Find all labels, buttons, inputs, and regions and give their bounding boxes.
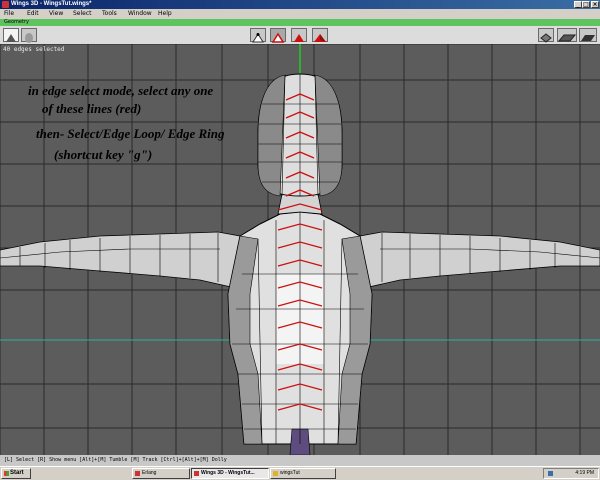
edge-mode-button[interactable]: [270, 28, 286, 43]
geometry-label: Geometry: [4, 19, 29, 25]
object-mode-button[interactable]: [312, 28, 328, 42]
instruction-line-1: in edge select mode, select any one: [28, 83, 214, 98]
task-erlang-label: Erlang: [142, 470, 157, 476]
groundplane-icon: [557, 34, 577, 42]
task-wings3d[interactable]: Wings 3D - WingsTut...: [191, 468, 269, 479]
folder-icon: [273, 471, 278, 476]
instruction-line-2: of these lines (red): [42, 101, 142, 116]
smooth-shading-icon: [6, 34, 16, 42]
menu-select[interactable]: Select: [73, 9, 92, 19]
selection-status: 40 edges selected: [3, 46, 65, 53]
system-tray: 4:19 PM: [543, 468, 599, 479]
face-mode-button[interactable]: [291, 28, 307, 42]
3d-viewport[interactable]: in edge select mode, select any one of t…: [0, 44, 600, 455]
windows-logo-icon: [4, 471, 9, 476]
wings-task-icon: [194, 471, 199, 476]
groundplane-toggle-button[interactable]: [557, 28, 577, 42]
wire-sphere-icon: [25, 33, 33, 43]
task-folder[interactable]: wingsTut: [270, 468, 336, 479]
title-bar: Wings 3D - WingsTut.wings* _ □ ×: [0, 0, 600, 9]
start-button[interactable]: Start: [1, 468, 31, 479]
toolbar: [0, 26, 600, 45]
instruction-line-3: then- Select/Edge Loop/ Edge Ring: [36, 126, 225, 141]
menu-help[interactable]: Help: [158, 9, 172, 19]
network-icon: [548, 471, 553, 476]
vertex-mode-icon: [252, 33, 264, 43]
axes-toggle-button[interactable]: [579, 28, 597, 42]
face-mode-icon: [294, 34, 304, 42]
wings-app-icon: [2, 1, 9, 8]
task-folder-label: wingsTut: [280, 470, 300, 476]
close-button[interactable]: ×: [591, 1, 599, 8]
edge-mode-icon: [271, 32, 285, 43]
geometry-title-bar: Geometry: [0, 19, 600, 26]
menu-file[interactable]: File: [4, 9, 14, 19]
instruction-line-4: (shortcut key "g"): [54, 147, 153, 162]
wireframe-toggle-button[interactable]: [21, 28, 37, 43]
window-title: Wings 3D - WingsTut.wings*: [11, 1, 92, 7]
view-front-button[interactable]: [538, 28, 554, 43]
menu-tools[interactable]: Tools: [102, 9, 117, 19]
smooth-preview-button[interactable]: [3, 28, 19, 42]
vertex-mode-button[interactable]: [250, 28, 266, 43]
wings3d-window: Wings 3D - WingsTut.wings* _ □ × File Ed…: [0, 0, 600, 480]
maximize-button[interactable]: □: [582, 1, 590, 8]
erlang-app-icon: [135, 471, 140, 476]
menu-window[interactable]: Window: [128, 9, 152, 19]
mouse-help-text: [L] Select [R] Show menu [Alt]+[M] Tumbl…: [4, 457, 227, 463]
minimize-button[interactable]: _: [574, 1, 582, 8]
windows-taskbar: Start Erlang Wings 3D - WingsTut... wing…: [0, 466, 600, 480]
help-bar: [L] Select [R] Show menu [Alt]+[M] Tumbl…: [0, 455, 600, 466]
task-erlang[interactable]: Erlang: [132, 468, 190, 479]
clock: 4:19 PM: [575, 470, 594, 476]
task-wings3d-label: Wings 3D - WingsTut...: [201, 470, 255, 476]
menu-bar: File Edit View Select Tools Window Help: [0, 9, 600, 19]
menu-view[interactable]: View: [49, 9, 63, 19]
object-mode-icon: [314, 34, 326, 42]
axes-icon: [581, 35, 595, 41]
start-label: Start: [10, 470, 24, 476]
view-cube-icon: [540, 33, 552, 43]
menu-edit[interactable]: Edit: [27, 9, 39, 19]
